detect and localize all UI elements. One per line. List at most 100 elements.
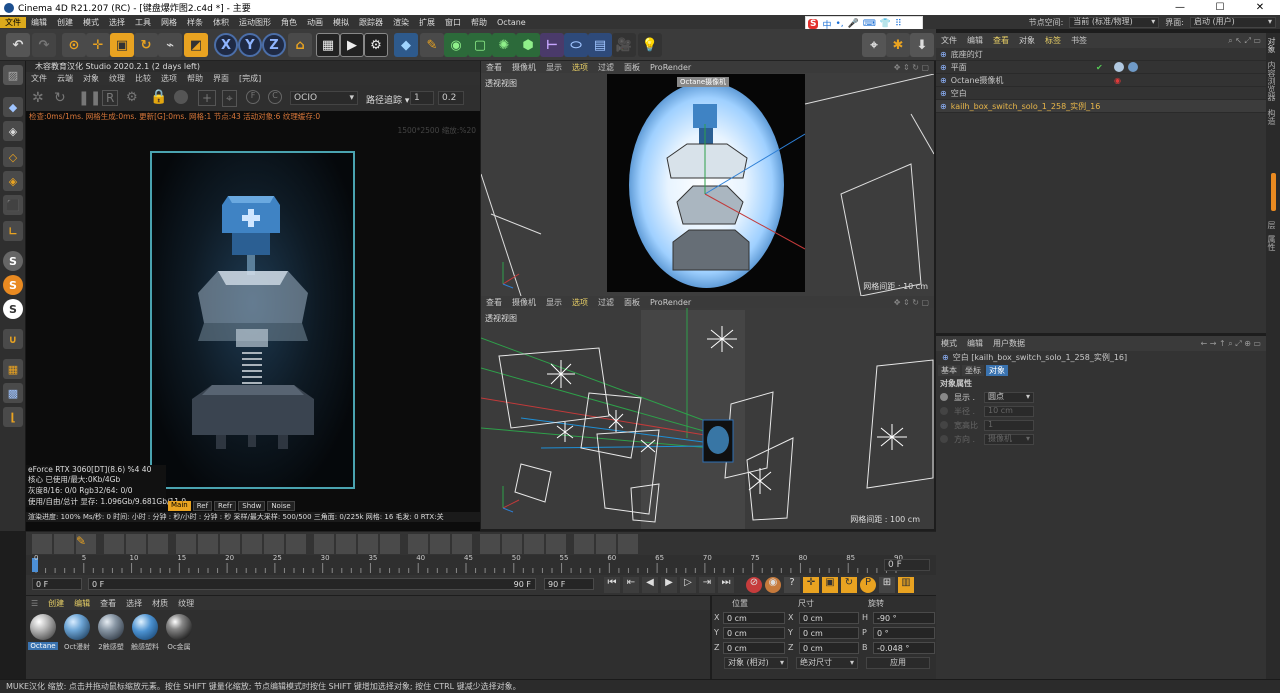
tab-basic[interactable]: 基本 — [938, 365, 960, 376]
vp2-menu-panel[interactable]: 面板 — [619, 297, 645, 308]
checkmark-icon[interactable]: ✔ — [1096, 63, 1103, 72]
tool-icon[interactable] — [54, 534, 74, 554]
add-icon[interactable]: + — [198, 90, 217, 106]
menu-mograph[interactable]: 运动图形 — [234, 17, 276, 28]
material-item[interactable]: Octane — [28, 614, 58, 652]
subdivision-icon[interactable]: ◉ — [444, 33, 468, 57]
cube-icon[interactable]: ◆ — [394, 33, 418, 57]
am-menu-mode[interactable]: 模式 — [936, 338, 962, 349]
tab-structure[interactable]: 构造 — [1266, 101, 1277, 125]
vp2-menu-view[interactable]: 查看 — [481, 297, 507, 308]
select-tool-icon[interactable]: ⊙ — [62, 33, 86, 57]
goto-start-icon[interactable]: ⏮ — [604, 577, 620, 593]
lv-menu-cloud[interactable]: 云端 — [52, 73, 78, 84]
menu-mode[interactable]: 模式 — [78, 17, 104, 28]
texture-mode-icon[interactable]: ◈ — [3, 121, 23, 141]
om-menu-file[interactable]: 文件 — [936, 35, 962, 46]
deformer-icon[interactable]: ✺ — [492, 33, 516, 57]
material-pick-icon[interactable] — [174, 90, 188, 104]
menu-help[interactable]: 帮助 — [466, 17, 492, 28]
solo-icon[interactable]: S — [3, 251, 23, 271]
menu-animate[interactable]: 动画 — [302, 17, 328, 28]
tool-icon[interactable] — [358, 534, 378, 554]
settings-icon[interactable]: ⚙ — [126, 90, 138, 105]
axis-mode-icon[interactable]: ∟ — [3, 221, 23, 241]
edges-mode-icon[interactable]: ◈ — [3, 171, 23, 191]
render-view-icon[interactable]: ▦ — [316, 33, 340, 57]
y-axis-lock-icon[interactable]: Y — [238, 33, 262, 57]
tool-icon[interactable] — [264, 534, 284, 554]
rotation-p-field[interactable]: 0 ° — [873, 626, 935, 639]
keyframe-selection-icon[interactable]: ? — [784, 577, 800, 593]
magnet-icon[interactable]: ∪ — [3, 329, 23, 349]
start-frame-field[interactable]: 0 F — [32, 578, 82, 590]
om-menu-edit[interactable]: 编辑 — [962, 35, 988, 46]
timeline-ruler[interactable]: 0 5 10 15 20 25 30 35 40 45 50 55 60 65 70 75 80 85 90 0 F — [26, 554, 936, 575]
tool-icon[interactable] — [286, 534, 306, 554]
menu-spline[interactable]: 样条 — [182, 17, 208, 28]
keyboard-icon[interactable]: ⌨ — [863, 19, 876, 29]
cloner-icon[interactable]: ▢ — [468, 33, 492, 57]
coord-mode-dropdown[interactable]: 对象 (相对) ▾ — [724, 657, 788, 669]
position-x-field[interactable]: 0 cm — [723, 611, 785, 624]
am-menu-edit[interactable]: 编辑 — [962, 338, 988, 349]
tool-icon[interactable] — [430, 534, 450, 554]
tool-icon[interactable] — [480, 534, 500, 554]
color-pick-icon[interactable]: C — [268, 90, 282, 104]
menu-volume[interactable]: 体积 — [208, 17, 234, 28]
floor-icon[interactable]: ▤ — [588, 33, 612, 57]
vp1-menu-display[interactable]: 显示 — [541, 62, 567, 73]
interface-dropdown[interactable]: 启动 (用户) ▾ — [1190, 16, 1276, 28]
mm-menu-texture[interactable]: 纹理 — [173, 598, 199, 609]
focus-pick-icon[interactable]: ⌖ — [222, 90, 237, 107]
mograph-icon[interactable]: ⬢ — [516, 33, 540, 57]
snap-icon[interactable]: ⌖ — [862, 33, 886, 57]
model-mode-icon[interactable]: ◆ — [3, 97, 23, 117]
play-icon[interactable]: ▶ — [661, 577, 677, 593]
points-mode-icon[interactable]: ◇ — [3, 147, 23, 167]
rotate-tool-icon[interactable]: ↻ — [134, 33, 158, 57]
sogou-icon[interactable]: S — [808, 19, 819, 29]
viewport-bottom[interactable]: 查看 摄像机 显示 选项 过滤 面板 ProRender ✥ ⇕ ↻ ▢ 透视视… — [481, 296, 934, 529]
vp1-menu-filter[interactable]: 过滤 — [593, 62, 619, 73]
grid-menu-icon[interactable]: ⠿ — [895, 19, 902, 29]
menu-mesh[interactable]: 网格 — [156, 17, 182, 28]
apply-button[interactable]: 应用 — [866, 657, 930, 669]
tool-icon[interactable] — [336, 534, 356, 554]
tool-icon[interactable] — [574, 534, 594, 554]
current-frame-field[interactable]: 0 F — [884, 559, 930, 571]
am-menu-userdata[interactable]: 用户数据 — [988, 338, 1030, 349]
om-menu-objects[interactable]: 对象 — [1014, 35, 1040, 46]
tool-icon[interactable] — [618, 534, 638, 554]
microphone-icon[interactable]: 🎤 — [848, 19, 859, 29]
next-key-icon[interactable]: ⇥ — [699, 577, 715, 593]
lv-menu-help[interactable]: 帮助 — [182, 73, 208, 84]
timeline-icon[interactable]: ▥ — [898, 577, 914, 593]
viewport-nav-icon[interactable]: ✥ ⇕ ↻ ▢ — [889, 63, 934, 72]
parameter-key-icon[interactable]: P — [860, 577, 876, 593]
tool-icon[interactable] — [502, 534, 522, 554]
workplane-icon[interactable]: ✱ — [886, 33, 910, 57]
om-menu-bookmarks[interactable]: 书签 — [1066, 35, 1092, 46]
material-tag-icon[interactable] — [1128, 62, 1138, 72]
world-coord-icon[interactable]: ⌂ — [288, 33, 312, 57]
om-menu-tags[interactable]: 标签 — [1040, 35, 1066, 46]
menu-edit[interactable]: 编辑 — [26, 17, 52, 28]
lv-menu-objects[interactable]: 对象 — [78, 73, 104, 84]
tab-refr[interactable]: Refr — [214, 501, 237, 511]
scale-key-icon[interactable]: ▣ — [822, 577, 838, 593]
field-icon[interactable]: ⬭ — [564, 33, 588, 57]
keyframe-icon[interactable] — [940, 435, 948, 443]
light-icon[interactable]: 💡 — [638, 33, 662, 57]
menu-create[interactable]: 创建 — [52, 17, 78, 28]
size-x-field[interactable]: 0 cm — [799, 611, 859, 624]
camera-icon[interactable]: 🎥 — [612, 33, 636, 57]
bend-deformer-icon[interactable]: ⊢ — [540, 33, 564, 57]
tab-objects-vertical[interactable]: 对象 — [1266, 33, 1277, 53]
aspect-field[interactable]: 1 — [984, 419, 1034, 431]
tab-coord[interactable]: 坐标 — [962, 365, 984, 376]
pla-key-icon[interactable]: ⊞ — [879, 577, 895, 593]
recent-tool-icon[interactable]: ⌁ — [158, 33, 182, 57]
polygons-mode-icon[interactable]: ⬛ — [3, 195, 23, 215]
filter-icon[interactable]: F — [246, 90, 260, 104]
